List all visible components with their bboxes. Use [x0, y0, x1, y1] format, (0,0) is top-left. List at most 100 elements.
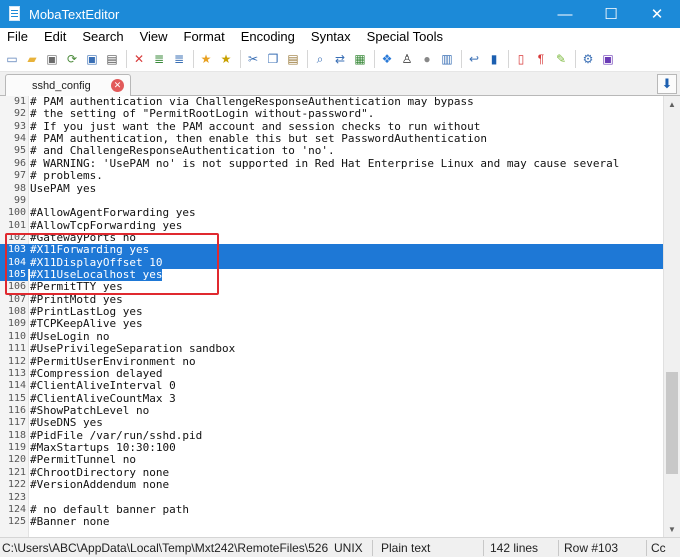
line-text: #VersionAddendum none: [30, 478, 170, 492]
copy-icon[interactable]: ❐: [264, 50, 282, 68]
scroll-thumb[interactable]: [666, 372, 678, 474]
line-number: 121: [7, 466, 26, 478]
exit-icon[interactable]: ▣: [599, 50, 617, 68]
close-file-icon[interactable]: ✕: [130, 50, 148, 68]
close-button[interactable]: ✕: [634, 0, 680, 28]
line-number: 116: [7, 404, 26, 416]
status-eol: UNIX: [334, 541, 363, 555]
line-number: 100: [7, 207, 26, 219]
editor-line[interactable]: 95 # and ChallengeResponseAuthentication …: [0, 144, 663, 158]
line-number: 103: [0, 244, 28, 257]
reload-icon[interactable]: ⟳: [63, 50, 81, 68]
menu-format[interactable]: Format: [176, 28, 233, 46]
line-text: # and ChallengeResponseAuthentication to…: [30, 144, 335, 158]
line-text: #PermitTTY yes: [30, 280, 123, 294]
editor-line[interactable]: 92 # the setting of "PermitRootLogin with…: [0, 107, 663, 121]
save-icon[interactable]: ▣: [43, 50, 61, 68]
editor-line[interactable]: 120 #PermitTunnel no: [0, 454, 663, 467]
editor-line[interactable]: 98 UsePAM yes: [0, 182, 663, 195]
cut-lines-icon[interactable]: ≣: [150, 50, 168, 68]
menu-view[interactable]: View: [132, 28, 176, 46]
bookmark-star-icon[interactable]: ★: [197, 50, 215, 68]
paste-icon[interactable]: ▤: [284, 50, 302, 68]
case-icon[interactable]: ▯: [512, 50, 530, 68]
editor-line[interactable]: 109 #TCPKeepAlive yes: [0, 317, 663, 331]
print-icon[interactable]: ▤: [103, 50, 121, 68]
new-file-icon[interactable]: ▭: [3, 50, 21, 68]
tab-list-button[interactable]: ⬇: [657, 74, 677, 94]
editor-line[interactable]: 97 # problems.: [0, 169, 663, 183]
line-number: 117: [7, 417, 26, 429]
menu-syntax[interactable]: Syntax: [303, 28, 359, 46]
menu-file[interactable]: File: [0, 28, 36, 46]
status-mode: Plain text: [381, 541, 431, 555]
toolbar-separator: [575, 49, 576, 68]
line-text: # problems.: [30, 169, 103, 183]
scroll-up-icon[interactable]: ▲: [664, 96, 680, 112]
line-text: #X11Forwarding yes: [30, 243, 150, 257]
editor-line[interactable]: 111 #UsePrivilegeSeparation sandbox: [0, 342, 663, 356]
line-number: 109: [7, 318, 26, 330]
tab-sshd-config[interactable]: sshd_config ✕: [5, 74, 131, 96]
line-number: 125: [7, 516, 26, 528]
line-number: 124: [7, 503, 26, 515]
save-as-icon[interactable]: ▣: [83, 50, 101, 68]
split-view-icon[interactable]: ▮: [485, 50, 503, 68]
maximize-button[interactable]: ☐: [588, 0, 634, 28]
line-text: #UsePrivilegeSeparation sandbox: [30, 342, 236, 356]
highlight-icon[interactable]: ✎: [552, 50, 570, 68]
line-number: 99: [13, 194, 26, 206]
copy-lines-icon[interactable]: ≣: [170, 50, 188, 68]
line-number: 97: [13, 170, 26, 182]
editor-lines[interactable]: 91 # PAM authentication via ChallengeResp…: [0, 96, 663, 529]
bookmark-next-icon[interactable]: ★: [217, 50, 235, 68]
line-text: # the setting of "PermitRootLogin withou…: [30, 107, 375, 121]
editor-line[interactable]: 123: [0, 492, 663, 504]
line-number: 95: [13, 145, 26, 157]
line-number: 113: [7, 367, 26, 379]
editor-line[interactable]: 100 #AllowAgentForwarding yes: [0, 206, 663, 220]
paragraph-marks-icon[interactable]: ¶: [532, 50, 550, 68]
linux-eol-icon[interactable]: ♙: [398, 50, 416, 68]
toolbar-separator: [126, 49, 127, 68]
vertical-scrollbar[interactable]: ▲ ▼: [663, 96, 680, 537]
line-number: 111: [7, 343, 26, 355]
text-editor[interactable]: 91 # PAM authentication via ChallengeResp…: [0, 96, 663, 537]
replace-icon[interactable]: ⇄: [331, 50, 349, 68]
scroll-down-icon[interactable]: ▼: [664, 521, 680, 537]
goto-icon[interactable]: ▦: [351, 50, 369, 68]
line-number: 123: [7, 491, 26, 503]
cut-icon[interactable]: ✂: [244, 50, 262, 68]
mac-eol-icon[interactable]: ●: [418, 50, 436, 68]
status-bar: C:\Users\ABC\AppData\Local\Temp\Mxt242\R…: [0, 537, 680, 557]
menu-special-tools[interactable]: Special Tools: [359, 28, 451, 46]
windows-eol-icon[interactable]: ❖: [378, 50, 396, 68]
minimize-button[interactable]: —: [542, 0, 588, 28]
editor-line[interactable]: 106 #PermitTTY yes: [0, 280, 663, 294]
find-icon[interactable]: ⌕: [311, 50, 329, 68]
line-number: 102: [7, 231, 26, 243]
menu-search[interactable]: Search: [74, 28, 131, 46]
menu-edit[interactable]: Edit: [36, 28, 74, 46]
tab-close-icon[interactable]: ✕: [111, 79, 124, 92]
editor-line[interactable]: 103 #X11Forwarding yes: [0, 243, 663, 257]
status-row: Row #103: [564, 541, 619, 555]
unix-ff-icon[interactable]: ▥: [438, 50, 456, 68]
menu-encoding[interactable]: Encoding: [233, 28, 303, 46]
selected-text: #X11UseLocalhost yes: [30, 268, 163, 282]
toolbar-separator: [193, 49, 194, 68]
settings-icon[interactable]: ⚙: [579, 50, 597, 68]
menu-bar: File Edit Search View Format Encoding Sy…: [0, 28, 680, 46]
editor-line[interactable]: 117 #UseDNS yes: [0, 416, 663, 429]
line-number: 93: [13, 120, 26, 132]
line-text: #AllowAgentForwarding yes: [30, 206, 196, 220]
editor-line[interactable]: 125 #Banner none: [0, 515, 663, 528]
word-wrap-icon[interactable]: ↩: [465, 50, 483, 68]
status-line-count: 142 lines: [490, 541, 539, 555]
line-number: 91: [13, 96, 26, 107]
open-folder-icon[interactable]: ▰: [23, 50, 41, 68]
toolbar-separator: [307, 49, 308, 68]
editor-line[interactable]: 114 #ClientAliveInterval 0: [0, 379, 663, 392]
editor-line[interactable]: 122 #VersionAddendum none: [0, 478, 663, 492]
line-text: #TCPKeepAlive yes: [30, 317, 143, 331]
